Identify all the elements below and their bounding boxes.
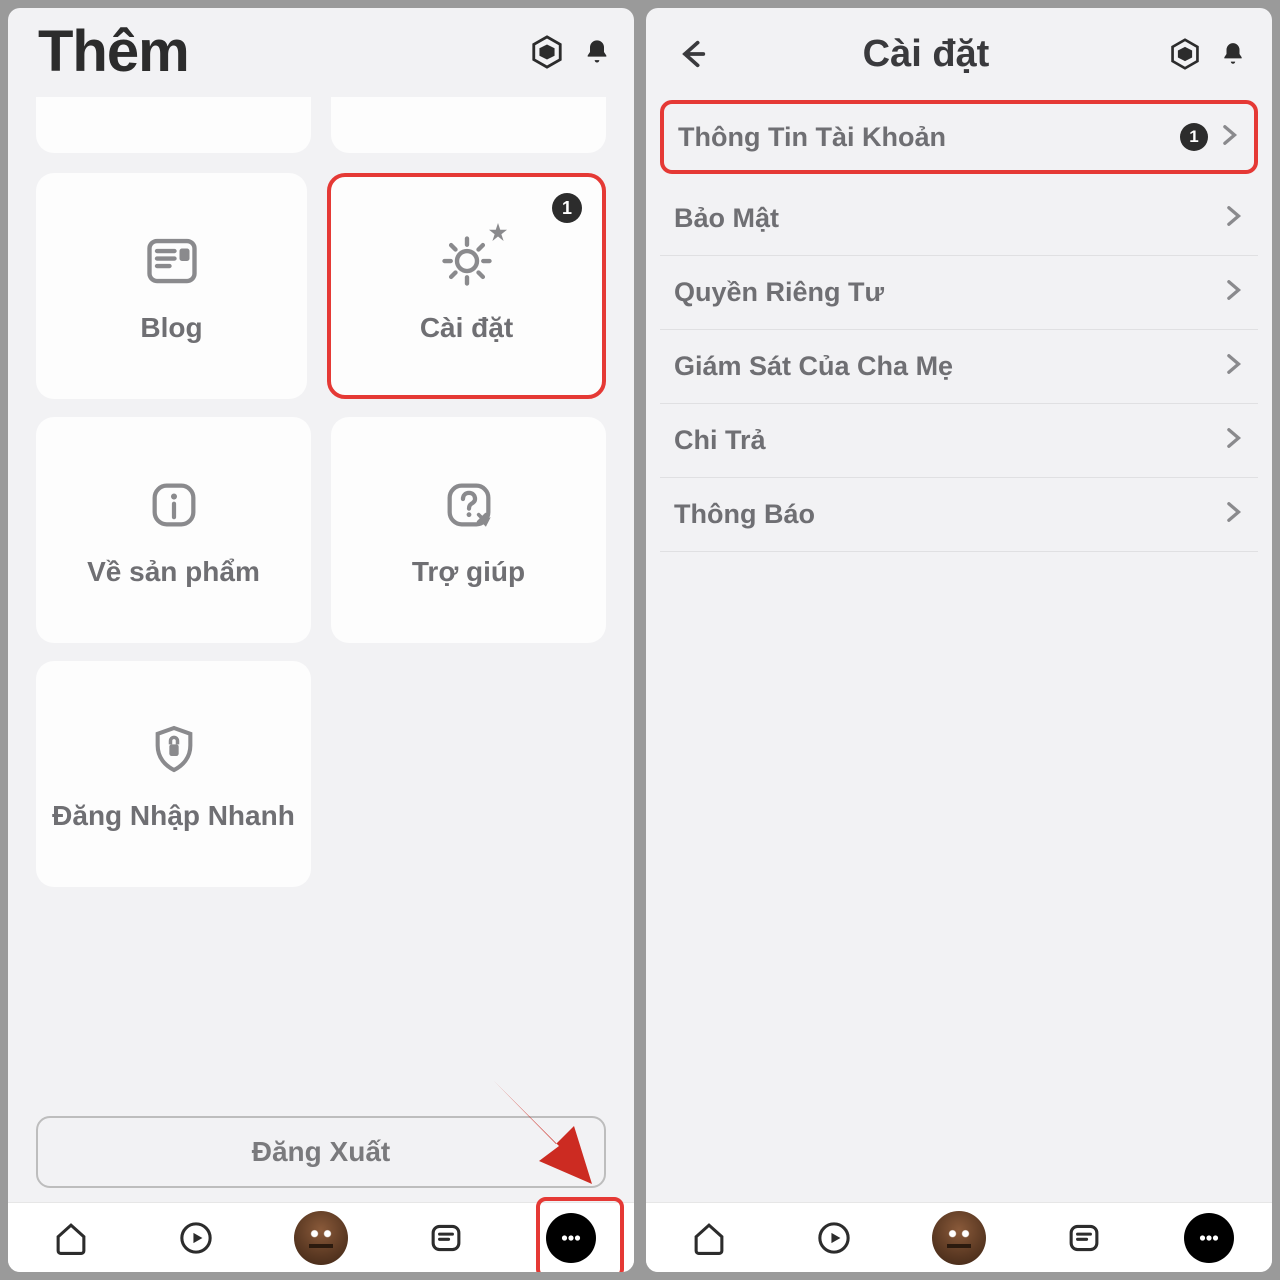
tab-more[interactable] xyxy=(544,1211,598,1265)
logout-button[interactable]: Đăng Xuất xyxy=(36,1116,606,1188)
row-account-label: Thông Tin Tài Khoản xyxy=(678,122,1170,153)
newspaper-icon xyxy=(138,227,206,295)
settings-panel: Cài đặt Thông Tin Tài Khoản 1 Bảo Mật Qu… xyxy=(646,8,1272,1272)
row-billing-label: Chi Trả xyxy=(674,425,1212,456)
chevron-right-icon xyxy=(1222,205,1244,232)
tile-help[interactable]: Trợ giúp xyxy=(331,417,606,643)
avatar-icon xyxy=(294,1211,348,1265)
tile-placeholder-2[interactable] xyxy=(331,97,606,153)
tile-help-label: Trợ giúp xyxy=(412,555,525,589)
avatar-icon xyxy=(932,1211,986,1265)
more-title: Thêm xyxy=(38,18,189,85)
row-notifications[interactable]: Thông Báo xyxy=(660,478,1258,552)
chevron-right-icon xyxy=(1218,124,1240,151)
row-security-label: Bảo Mật xyxy=(674,203,1212,234)
row-security[interactable]: Bảo Mật xyxy=(660,182,1258,256)
row-parental-label: Giám Sát Của Cha Mẹ xyxy=(674,351,1212,382)
gear-icon xyxy=(433,227,501,295)
tile-settings-label: Cài đặt xyxy=(420,311,513,345)
tile-blog-label: Blog xyxy=(140,311,202,345)
tile-about-label: Về sản phẩm xyxy=(87,555,260,589)
chevron-right-icon xyxy=(1222,279,1244,306)
robux-icon[interactable] xyxy=(1168,37,1202,71)
tab-chat[interactable] xyxy=(419,1211,473,1265)
logout-label: Đăng Xuất xyxy=(252,1136,390,1168)
info-icon xyxy=(140,471,208,539)
settings-header: Cài đặt xyxy=(646,8,1272,92)
row-privacy[interactable]: Quyền Riêng Tư xyxy=(660,256,1258,330)
shield-lock-icon xyxy=(140,715,208,783)
tile-quick-login-label: Đăng Nhập Nhanh xyxy=(52,799,295,833)
account-badge: 1 xyxy=(1180,123,1208,151)
chevron-right-icon xyxy=(1222,501,1244,528)
more-header: Thêm xyxy=(8,8,634,91)
robux-icon[interactable] xyxy=(530,35,564,69)
row-parental[interactable]: Giám Sát Của Cha Mẹ xyxy=(660,330,1258,404)
tab-home[interactable] xyxy=(682,1211,736,1265)
tab-discover[interactable] xyxy=(807,1211,861,1265)
header-icons xyxy=(530,35,612,69)
more-panel: Thêm Blog 1 xyxy=(8,8,634,1272)
ellipsis-icon xyxy=(546,1213,596,1263)
tab-avatar[interactable] xyxy=(294,1211,348,1265)
tab-avatar[interactable] xyxy=(932,1211,986,1265)
chevron-right-icon xyxy=(1222,353,1244,380)
tile-quick-login[interactable]: Đăng Nhập Nhanh xyxy=(36,661,311,887)
tab-more[interactable] xyxy=(1182,1211,1236,1265)
tab-bar-right xyxy=(646,1202,1272,1272)
ellipsis-icon xyxy=(1184,1213,1234,1263)
row-account-info[interactable]: Thông Tin Tài Khoản 1 xyxy=(660,100,1258,174)
settings-list: Thông Tin Tài Khoản 1 Bảo Mật Quyền Riên… xyxy=(646,92,1272,1202)
header-icons-right xyxy=(1168,37,1248,71)
tab-discover[interactable] xyxy=(169,1211,223,1265)
tab-home[interactable] xyxy=(44,1211,98,1265)
tab-chat[interactable] xyxy=(1057,1211,1111,1265)
bell-icon[interactable] xyxy=(1218,39,1248,69)
tab-bar xyxy=(8,1202,634,1272)
help-icon xyxy=(435,471,503,539)
bell-icon[interactable] xyxy=(582,37,612,67)
tile-placeholder-1[interactable] xyxy=(36,97,311,153)
tile-blog[interactable]: Blog xyxy=(36,173,307,399)
tile-about[interactable]: Về sản phẩm xyxy=(36,417,311,643)
settings-badge: 1 xyxy=(552,193,582,223)
settings-title: Cài đặt xyxy=(696,33,1156,76)
row-privacy-label: Quyền Riêng Tư xyxy=(674,277,1212,308)
tile-settings[interactable]: 1 Cài đặt xyxy=(327,173,606,399)
row-billing[interactable]: Chi Trả xyxy=(660,404,1258,478)
chevron-right-icon xyxy=(1222,427,1244,454)
tiles-grid: Blog 1 Cài đặt Về sản phẩm xyxy=(8,91,634,1116)
row-notifications-label: Thông Báo xyxy=(674,499,1212,530)
